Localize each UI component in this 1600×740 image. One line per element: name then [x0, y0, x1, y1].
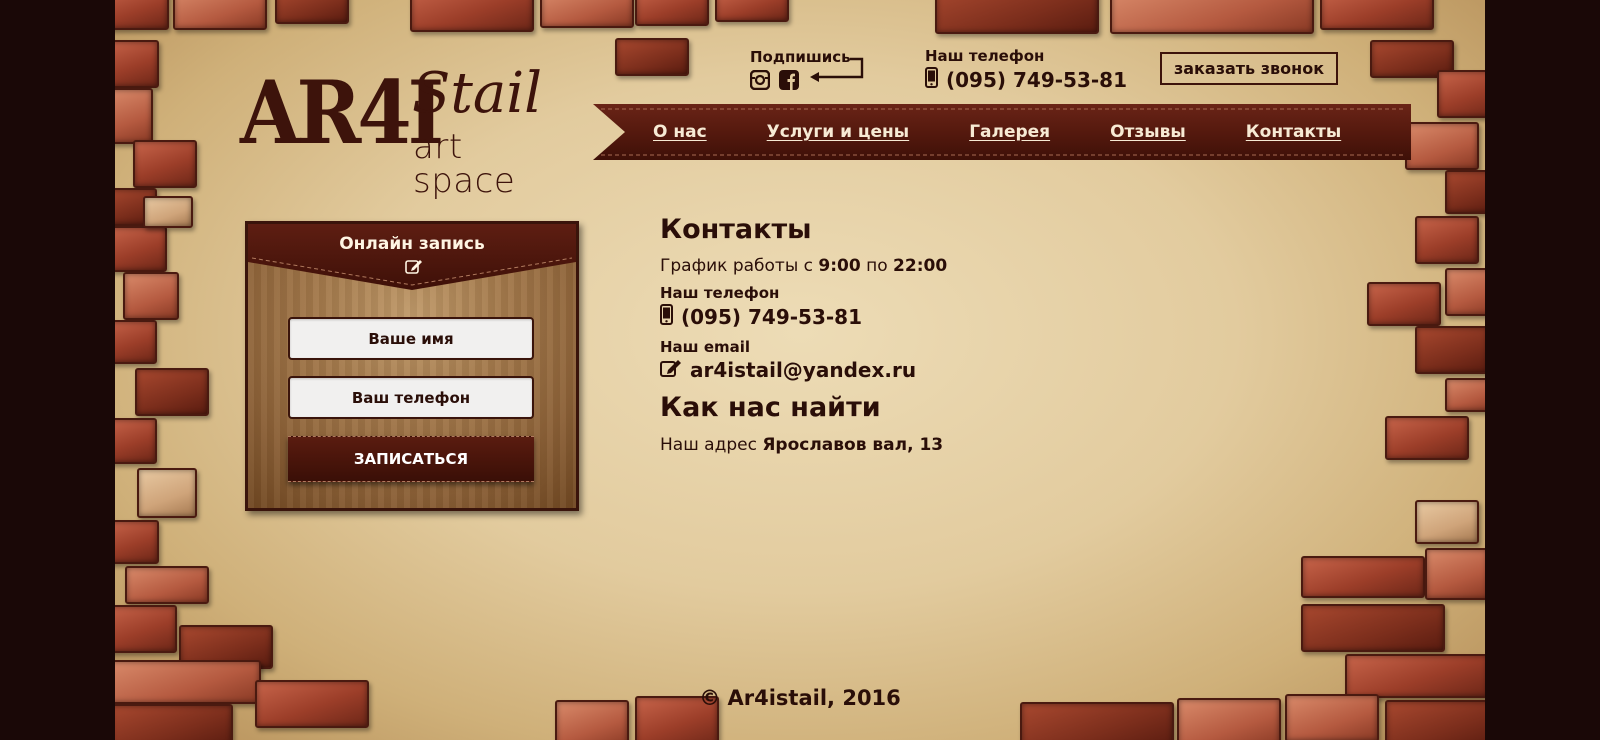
page-canvas: AR4I Stail art space Подпишись Наш телеф…: [115, 0, 1485, 740]
contacts-phone-label: Наш телефон: [660, 284, 780, 303]
header-phone-number[interactable]: (095) 749-53-81: [946, 68, 1127, 92]
booking-title: Онлайн запись: [339, 234, 485, 254]
logo-script-text: Stail: [412, 61, 543, 126]
schedule-to: 22:00: [893, 256, 948, 277]
address-value: Ярославов вал, 13: [762, 434, 944, 455]
name-input[interactable]: Ваше имя: [288, 317, 534, 360]
address-prefix: Наш адрес: [660, 434, 763, 455]
mobile-phone-icon: [660, 304, 673, 330]
nav-item-contacts[interactable]: Контакты: [1246, 122, 1341, 142]
schedule-mid: по: [860, 256, 894, 277]
contacts-phone-number[interactable]: (095) 749-53-81: [681, 305, 862, 329]
arrow-left-icon: [808, 57, 870, 87]
logo-main-text: AR4I: [240, 62, 444, 165]
footer-copyright: © Ar4istail, 2016: [699, 686, 901, 710]
contacts-heading: Контакты: [660, 214, 812, 245]
header-phone-label: Наш телефон: [925, 47, 1045, 65]
edit-icon: [405, 258, 423, 278]
find-us-heading: Как нас найти: [660, 392, 881, 424]
edit-icon: [660, 358, 682, 382]
contacts-email[interactable]: ar4istail@yandex.ru: [690, 358, 916, 382]
submit-booking-button[interactable]: ЗАПИСАТЬСЯ: [288, 436, 534, 482]
header-phone-block: Наш телефон (095) 749-53-81: [925, 47, 1127, 92]
work-schedule: График работы с 9:00 по 22:00: [660, 256, 1160, 276]
nav-item-gallery[interactable]: Галерея: [969, 122, 1050, 142]
contacts-section: Контакты График работы с 9:00 по 22:00 Н…: [660, 214, 1160, 455]
nav-item-services[interactable]: Услуги и цены: [767, 122, 910, 142]
main-nav: О нас Услуги и цены Галерея Отзывы Конта…: [593, 104, 1413, 160]
schedule-from: 9:00: [818, 256, 861, 277]
instagram-icon[interactable]: [750, 70, 770, 90]
nav-item-reviews[interactable]: Отзывы: [1110, 122, 1186, 142]
phone-input[interactable]: Ваш телефон: [288, 376, 534, 419]
callback-button[interactable]: заказать звонок: [1160, 52, 1338, 85]
mobile-phone-icon: [925, 67, 938, 92]
address-line: Наш адрес Ярославов вал, 13: [660, 435, 1160, 455]
online-booking-form: Онлайн запись Ваше имя Ваш телефон ЗАПИС…: [245, 221, 579, 511]
facebook-icon[interactable]: [779, 70, 799, 90]
site-logo[interactable]: AR4I Stail art space: [240, 62, 570, 199]
contacts-email-label: Наш email: [660, 338, 751, 357]
nav-item-about[interactable]: О нас: [653, 122, 707, 142]
schedule-prefix: График работы с: [660, 256, 819, 277]
logo-subtitle: art space: [413, 127, 516, 201]
